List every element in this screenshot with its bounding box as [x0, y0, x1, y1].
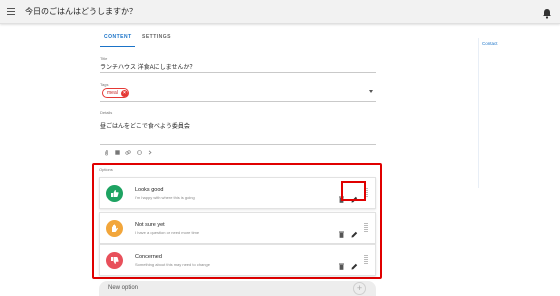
- close-icon[interactable]: ×: [121, 90, 128, 97]
- image-icon[interactable]: [114, 150, 120, 156]
- tab-content[interactable]: CONTENT: [104, 34, 132, 40]
- tags-label: Tags: [100, 82, 109, 87]
- title-input[interactable]: ランチハウス 洋食Aにしませんか？: [100, 62, 196, 71]
- details-label: Details: [100, 110, 113, 115]
- option-title: Concerned: [135, 254, 162, 260]
- title-underline: [100, 72, 376, 73]
- thumbs-down-icon: [106, 252, 123, 269]
- bell-icon[interactable]: [542, 6, 552, 19]
- app-bar: 今日のごはんはどうしますか？: [0, 0, 560, 24]
- paperclip-icon[interactable]: [103, 150, 109, 156]
- drag-handle-icon[interactable]: [364, 255, 368, 266]
- active-tab-indicator: [100, 46, 135, 47]
- pencil-icon[interactable]: [351, 225, 358, 238]
- thumbs-up-icon: [106, 185, 123, 202]
- option-card-not-sure-yet[interactable]: Not sure yet I have a question or need m…: [99, 212, 376, 244]
- tags-underline: [100, 101, 376, 102]
- details-input[interactable]: 昼ごはんをどこで食べよう委員会: [100, 121, 190, 130]
- hand-icon: [106, 220, 123, 237]
- contact-link[interactable]: Contact: [482, 41, 498, 46]
- option-subtitle: Something about this may need to change: [135, 262, 210, 267]
- option-title: Looks good: [135, 187, 164, 193]
- chevron-right-icon[interactable]: [147, 150, 153, 156]
- side-divider: [478, 38, 479, 188]
- option-subtitle: I have a question or need more time: [135, 230, 200, 235]
- option-subtitle: I'm happy with where this is going: [135, 195, 195, 200]
- option-card-concerned[interactable]: Concerned Something about this may need …: [99, 244, 376, 276]
- options-label: Options: [99, 167, 113, 172]
- new-option-input[interactable]: New option +: [99, 281, 376, 296]
- tab-settings[interactable]: SETTINGS: [142, 34, 171, 40]
- trash-icon[interactable]: [339, 257, 344, 270]
- emoji-icon[interactable]: [136, 150, 142, 156]
- tag-chip-meal[interactable]: meal ×: [102, 88, 129, 98]
- page-title: 今日のごはんはどうしますか？: [25, 7, 137, 16]
- new-option-placeholder: New option: [108, 285, 139, 291]
- option-card-looks-good[interactable]: Looks good I'm happy with where this is …: [99, 177, 376, 209]
- chevron-down-icon[interactable]: [369, 90, 373, 93]
- trash-icon[interactable]: [339, 225, 344, 238]
- link-icon[interactable]: [125, 150, 131, 156]
- hamburger-icon[interactable]: [7, 8, 15, 15]
- drag-handle-icon[interactable]: [364, 223, 368, 234]
- tag-chip-text: meal: [107, 90, 118, 96]
- pencil-icon[interactable]: [351, 257, 358, 270]
- option-title: Not sure yet: [135, 222, 165, 228]
- edit-button-highlight: [341, 181, 366, 201]
- title-label: Title: [100, 56, 108, 61]
- details-underline: [100, 144, 376, 145]
- add-option-button[interactable]: +: [353, 282, 366, 295]
